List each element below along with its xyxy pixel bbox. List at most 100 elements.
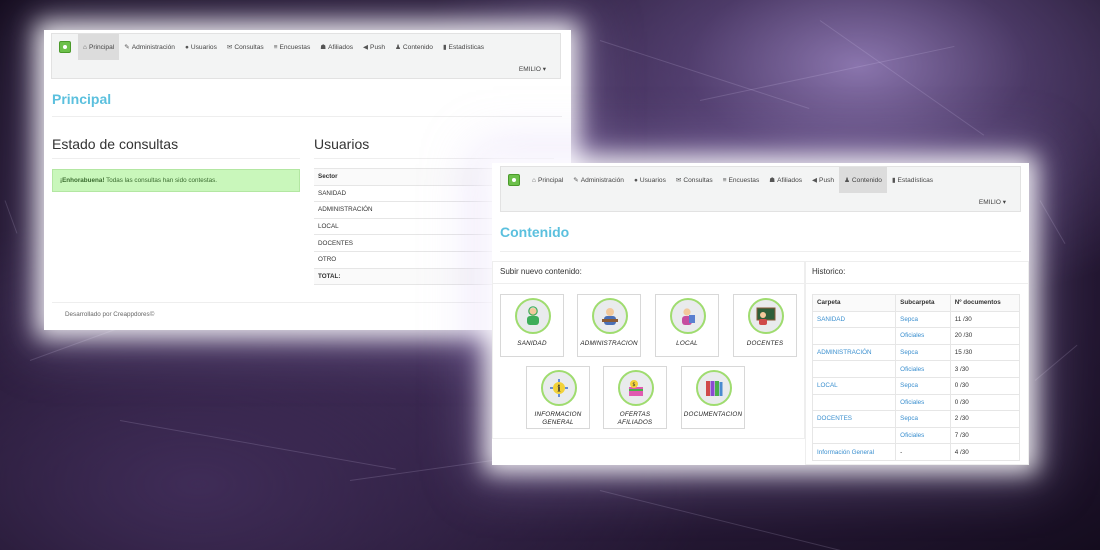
doctor-icon: [527, 306, 539, 325]
documents-count-cell: 20 /30: [949, 327, 1021, 345]
carpeta-cell: [811, 360, 897, 378]
tile-informacion-general[interactable]: i INFORMACION GENERAL: [526, 366, 590, 429]
subcarpeta-cell[interactable]: Oficiales: [895, 327, 951, 345]
carpeta-cell[interactable]: Información General: [811, 443, 897, 461]
divider: [52, 158, 300, 159]
nav-item-contenido[interactable]: ♟ Contenido: [839, 167, 887, 193]
table-row: DOCENTES Sepca 2 /30: [811, 410, 1021, 428]
nav-item-afiliados[interactable]: ☗ Afiliados: [315, 34, 358, 60]
local-worker-icon: [682, 308, 695, 325]
content-icon: ♟: [395, 44, 401, 51]
carpeta-cell: [811, 426, 897, 445]
tile-icon-frame: i: [541, 370, 577, 406]
tile-icon-frame: [670, 298, 706, 334]
table-row: Oficiales 20 /30: [811, 327, 1021, 345]
user-icon: ●: [633, 176, 638, 184]
list-icon: ≡: [273, 43, 278, 51]
nav-item-label: Afiliados: [328, 43, 354, 51]
nav-item-principal[interactable]: ⌂ Principal: [527, 167, 568, 193]
subcarpeta-cell[interactable]: Sepca: [895, 343, 951, 362]
documents-count-cell: 0 /30: [949, 393, 1021, 412]
tile-sanidad[interactable]: SANIDAD: [500, 294, 564, 357]
history-heading: Historico:: [812, 267, 846, 276]
nav-item-label: Principal: [537, 176, 564, 184]
subcarpeta-cell[interactable]: Oficiales: [895, 393, 951, 412]
nav-item-administracion[interactable]: ✎ Administración: [568, 167, 629, 193]
nav-item-afiliados[interactable]: ☗ Afiliados: [764, 167, 807, 193]
offers-icon: $: [629, 380, 643, 396]
subcarpeta-cell[interactable]: Sepca: [895, 376, 951, 395]
nav-item-label: Push: [370, 43, 386, 51]
table-row: Oficiales 0 /30: [811, 393, 1021, 412]
user-dropdown[interactable]: EMILIO ▾: [519, 65, 546, 73]
carpeta-cell[interactable]: ADMINISTRACIÓN: [811, 343, 897, 362]
usuarios-heading: Usuarios: [314, 136, 370, 152]
nav-item-principal[interactable]: ⌂ Principal: [78, 34, 120, 60]
nav-item-administracion[interactable]: ✎ Administración: [119, 34, 180, 60]
svg-text:$: $: [632, 382, 635, 388]
divider: [52, 116, 562, 117]
nav-item-encuestas[interactable]: ≡ Encuestas: [269, 34, 316, 60]
carpeta-cell[interactable]: DOCENTES: [811, 410, 897, 428]
nav-item-contenido[interactable]: ♟ Contenido: [390, 34, 438, 60]
column-header: Nº documentos: [949, 294, 1021, 312]
info-icon: i: [550, 379, 568, 397]
nav-item-push[interactable]: ◀ Push: [807, 167, 839, 193]
nav-item-consultas[interactable]: ✉ Consultas: [671, 167, 718, 193]
tile-docentes[interactable]: DOCENTES: [733, 294, 797, 357]
nav-item-estadisticas[interactable]: ▮ Estadísticas: [887, 167, 938, 193]
tile-ofertas-afiliados[interactable]: $ OFERTAS AFILIADOS: [603, 366, 667, 429]
brand-logo-icon[interactable]: [508, 174, 520, 186]
envelope-icon: ✉: [675, 177, 682, 184]
documents-count-cell: 7 /30: [949, 426, 1021, 445]
carpeta-cell: [811, 327, 897, 345]
alert-strong: ¡Enhorabuena!: [60, 177, 105, 184]
carpeta-cell[interactable]: SANIDAD: [811, 310, 897, 329]
nav-item-push[interactable]: ◀ Push: [358, 34, 390, 60]
binders-icon: [706, 381, 723, 396]
nav-item-usuarios[interactable]: ● Usuarios: [629, 167, 671, 193]
nav-item-label: Consultas: [234, 43, 264, 51]
group-icon: ☗: [320, 44, 327, 51]
history-body: SANIDAD Sepca 11 /30 Oficiales 20 /30 ADMINIS…: [811, 310, 1021, 461]
tile-label: DOCUMENTACION: [683, 411, 743, 418]
tile-label: ADMINISTRACION: [580, 340, 638, 347]
tile-label: SANIDAD: [517, 340, 547, 347]
subcarpeta-cell[interactable]: Sepca: [895, 410, 951, 428]
table-row: ADMINISTRACIÓN Sepca 15 /30: [811, 343, 1021, 362]
svg-text:i: i: [557, 385, 561, 395]
divider: [500, 251, 1021, 252]
alert-text: Todas las consultas han sido contestas.: [104, 177, 218, 184]
envelope-icon: ✉: [226, 44, 233, 51]
tile-administracion[interactable]: ADMINISTRACION: [577, 294, 641, 357]
nav-item-estadisticas[interactable]: ▮ Estadísticas: [438, 34, 489, 60]
subcarpeta-cell[interactable]: Oficiales: [895, 426, 951, 445]
nav-item-encuestas[interactable]: ≡ Encuestas: [718, 167, 765, 193]
nav-item-consultas[interactable]: ✉ Consultas: [222, 34, 269, 60]
nav-item-label: Principal: [88, 43, 115, 51]
divider: [52, 302, 562, 303]
carpeta-cell[interactable]: LOCAL: [811, 376, 897, 395]
nav-item-label: Contenido: [851, 176, 882, 184]
tile-documentacion[interactable]: DOCUMENTACION: [681, 366, 745, 429]
table-row: LOCAL Sepca 0 /30: [811, 376, 1021, 395]
group-icon: ☗: [769, 177, 776, 184]
table-row: Oficiales 7 /30: [811, 426, 1021, 445]
nav-item-label: Administración: [580, 176, 624, 184]
tile-label: LOCAL: [676, 340, 698, 347]
brand-logo-icon[interactable]: [59, 41, 71, 53]
tile-icon-frame: [748, 298, 784, 334]
nav-item-label: Usuarios: [190, 43, 217, 51]
subcarpeta-cell[interactable]: Sepca: [895, 310, 951, 329]
tile-icon-frame: [515, 298, 551, 334]
carpeta-cell: [811, 393, 897, 412]
tile-label: INFORMACION GENERAL: [534, 411, 582, 426]
megaphone-icon: ◀: [363, 44, 369, 51]
subcarpeta-cell: -: [895, 443, 951, 461]
subcarpeta-cell[interactable]: Oficiales: [895, 360, 951, 378]
nav-item-usuarios[interactable]: ● Usuarios: [180, 34, 222, 60]
table-row: Oficiales 3 /30: [811, 360, 1021, 378]
success-alert: ¡Enhorabuena! Todas las consultas han si…: [52, 169, 300, 192]
user-dropdown[interactable]: EMILIO ▾: [979, 198, 1006, 206]
tile-local[interactable]: LOCAL: [655, 294, 719, 357]
